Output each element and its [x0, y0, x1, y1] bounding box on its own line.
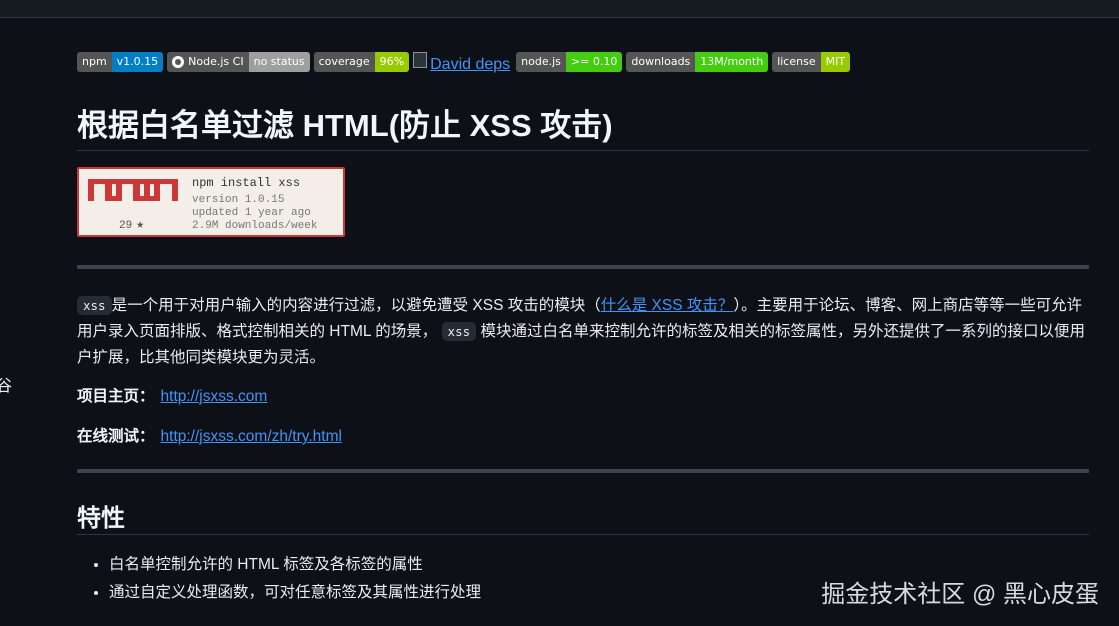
watermark: 掘金技术社区 @ 黑心皮蛋	[821, 581, 1099, 608]
npm-version: version 1.0.15	[192, 194, 285, 206]
badge-label: npm	[77, 52, 112, 72]
demo-label: 在线测试：	[77, 428, 155, 445]
badge-value: MIT	[820, 52, 851, 72]
clipped-side-glyph: 谷	[0, 378, 13, 395]
intro-paragraph: xss 是一个用于对用户输入的内容进行过滤，以避免遭受 XSS 攻击的模块（什么是…	[77, 293, 1089, 371]
coverage-badge[interactable]: coverage 96%	[313, 52, 410, 72]
star-count: 29	[119, 220, 133, 232]
top-bar	[0, 0, 1119, 18]
badge-value: 13M/month	[695, 52, 769, 72]
npm-stars: 29 ★	[119, 217, 144, 232]
badge-value: >= 0.10	[565, 52, 623, 72]
features-heading: 特性	[77, 505, 125, 532]
badge-label: node.js	[516, 52, 566, 72]
homepage-row: 项目主页： http://jsxss.com	[77, 384, 267, 406]
homepage-label: 项目主页：	[77, 388, 155, 405]
broken-image-icon	[413, 52, 428, 68]
features-list: 白名单控制允许的 HTML 标签及各标签的属性 通过自定义处理函数，可对任意标签…	[77, 551, 481, 607]
intro-text: 是一个用于对用户输入的内容进行过滤，以避免遭受 XSS 攻击的模块（	[111, 297, 601, 314]
github-icon	[172, 56, 185, 68]
npm-package-card[interactable]: npm 29★ npm install xss version 1.0.15 u…	[77, 167, 345, 237]
npm-install-command: npm install xss	[192, 176, 301, 190]
badge-label: downloads	[626, 52, 696, 72]
horizontal-rule	[77, 469, 1089, 473]
npm-version-badge[interactable]: npm v1.0.15	[77, 52, 164, 72]
badge-label: license	[772, 52, 821, 72]
list-item: 通过自定义处理函数，可对任意标签及其属性进行处理	[109, 579, 481, 607]
badge-value: v1.0.15	[111, 52, 164, 72]
badge-value: 96%	[374, 52, 410, 72]
badge-row: npm v1.0.15 Node.js CI no status coverag…	[77, 50, 854, 74]
inline-code: xss	[77, 296, 112, 315]
badge-value: no status	[248, 52, 310, 72]
title-divider	[77, 150, 1089, 151]
demo-link[interactable]: http://jsxss.com/zh/try.html	[161, 428, 342, 445]
inline-code: xss	[441, 322, 477, 341]
heading-divider	[77, 534, 1089, 535]
horizontal-rule	[77, 265, 1089, 269]
star-icon: ★	[136, 217, 145, 232]
npm-downloads: 2.9M downloads/week	[192, 220, 318, 232]
badge-label: Node.js CI	[188, 55, 244, 68]
david-deps-broken-image[interactable]: David deps	[413, 50, 510, 74]
list-item: 白名单控制允许的 HTML 标签及各标签的属性	[109, 551, 481, 579]
page-title: 根据白名单过滤 HTML(防止 XSS 攻击)	[77, 108, 613, 143]
badge-label-wrap: Node.js CI	[167, 52, 249, 72]
homepage-link[interactable]: http://jsxss.com	[161, 388, 268, 405]
downloads-badge[interactable]: downloads 13M/month	[626, 52, 769, 72]
npm-updated: updated 1 year ago	[192, 207, 311, 219]
what-is-xss-link[interactable]: 什么是 XSS 攻击？	[601, 297, 734, 314]
nodejs-version-badge[interactable]: node.js >= 0.10	[516, 52, 623, 72]
demo-row: 在线测试： http://jsxss.com/zh/try.html	[77, 424, 342, 446]
nodejs-ci-badge[interactable]: Node.js CI no status	[167, 52, 310, 72]
license-badge[interactable]: license MIT	[772, 52, 851, 72]
npm-logo-icon: npm	[88, 179, 178, 207]
badge-label: coverage	[313, 52, 375, 72]
broken-image-alt: David deps	[430, 56, 511, 73]
